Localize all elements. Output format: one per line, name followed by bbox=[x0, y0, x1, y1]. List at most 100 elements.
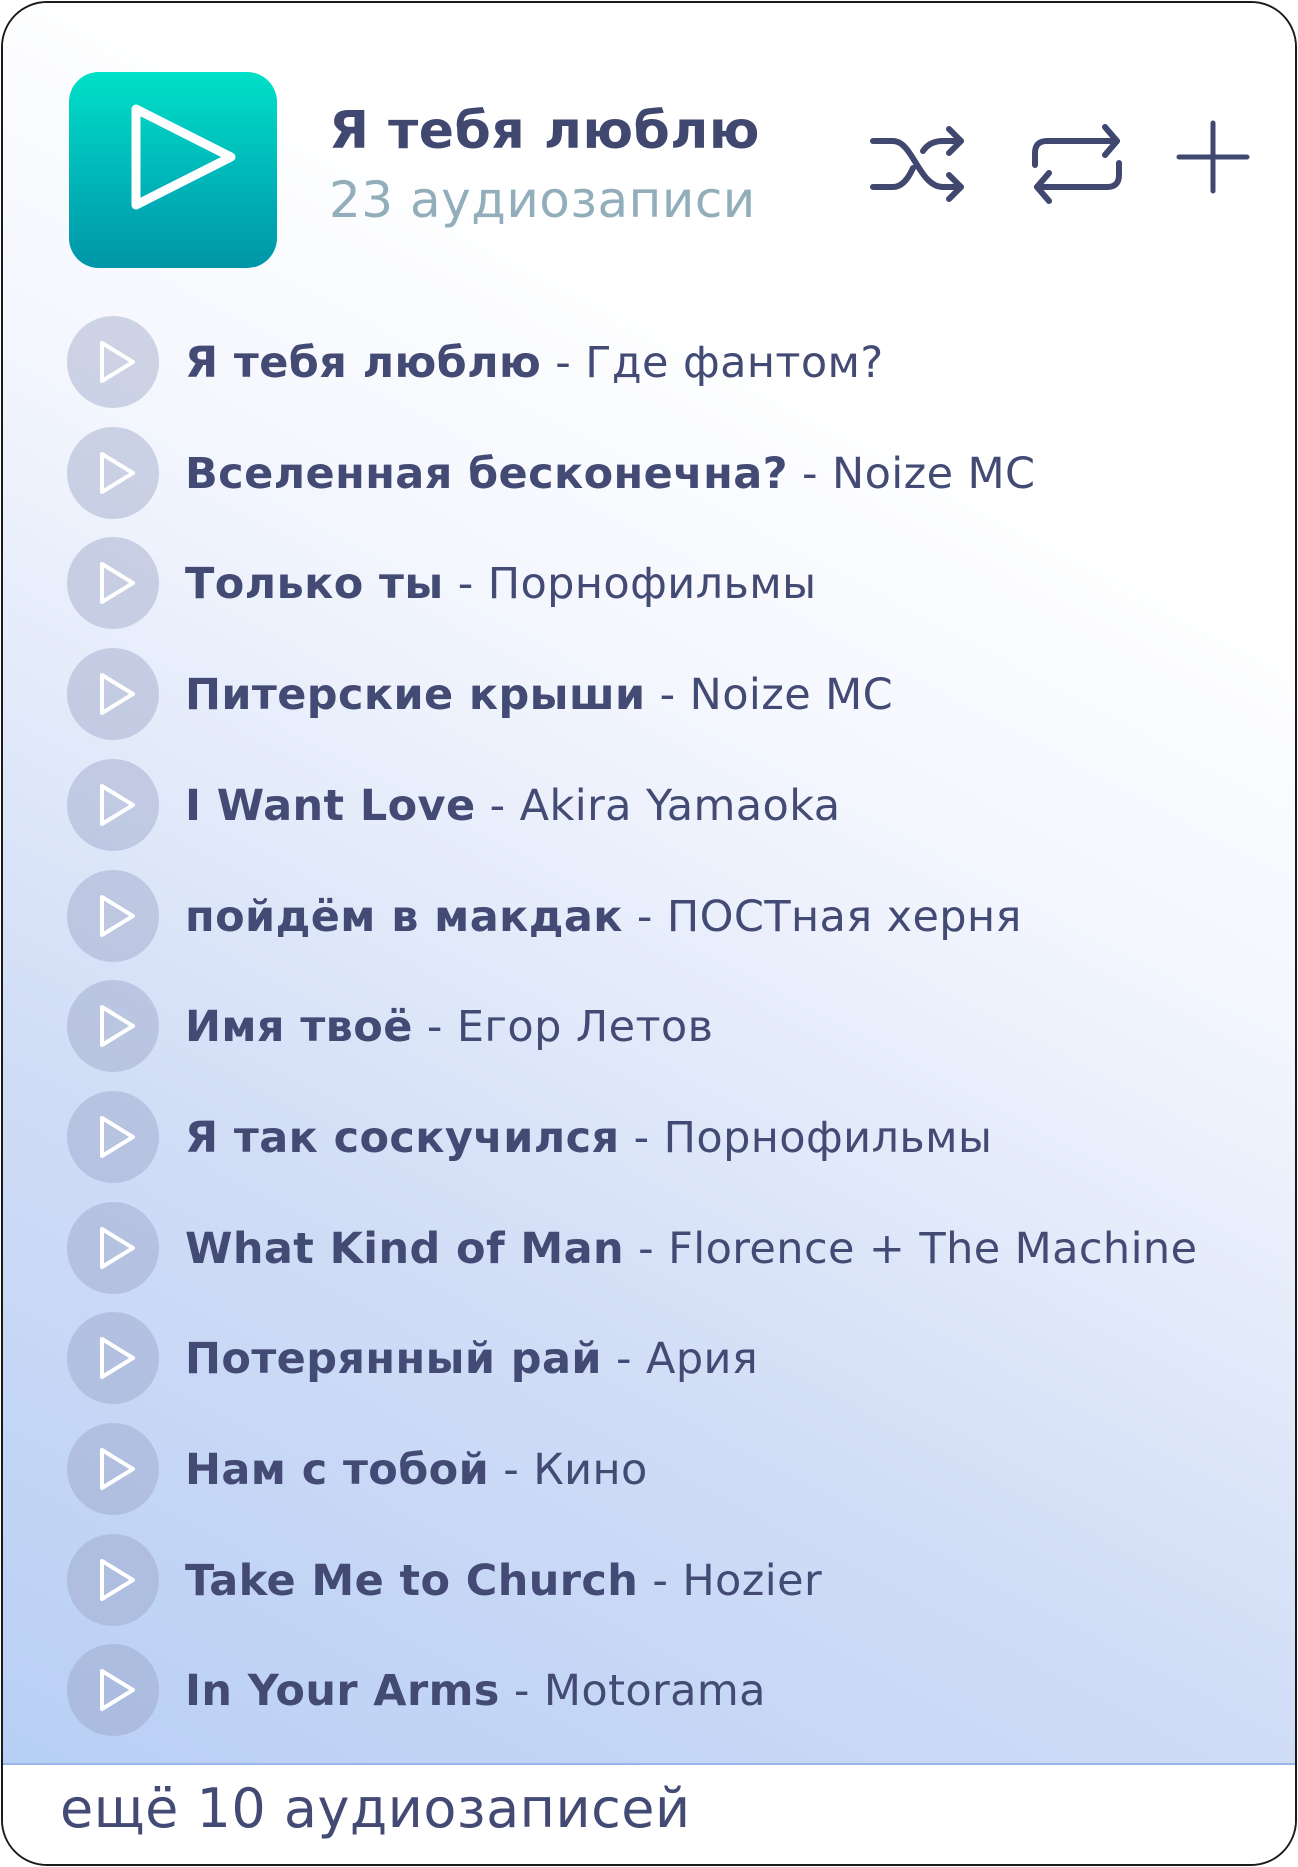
track-row[interactable]: In Your Arms - Motorama bbox=[3, 1644, 1295, 1736]
track-title: Нам с тобой bbox=[185, 1445, 490, 1495]
repeat-button[interactable] bbox=[1027, 119, 1127, 209]
track-separator: - bbox=[443, 559, 488, 609]
track-title: Потерянный рай bbox=[185, 1334, 602, 1384]
track-label: Питерские крыши - Noize MC bbox=[185, 670, 893, 720]
play-icon bbox=[100, 895, 135, 937]
track-label: What Kind of Man - Florence + The Machin… bbox=[185, 1224, 1197, 1274]
track-play-button[interactable] bbox=[67, 1202, 159, 1294]
track-artist: Hozier bbox=[682, 1556, 823, 1606]
track-artist: Где фантом? bbox=[585, 338, 884, 388]
track-title: Take Me to Church bbox=[185, 1556, 639, 1606]
track-row[interactable]: Take Me to Church - Hozier bbox=[3, 1534, 1295, 1626]
track-separator: - bbox=[645, 670, 690, 720]
track-separator: - bbox=[622, 892, 667, 942]
show-more-link[interactable]: ещё 10 аудиозаписей bbox=[60, 1777, 691, 1840]
track-separator: - bbox=[489, 1445, 534, 1495]
track-artist: ПОСТная херня bbox=[666, 892, 1022, 942]
track-label: Я так соскучился - Порнофильмы bbox=[185, 1113, 992, 1163]
track-play-button[interactable] bbox=[67, 1091, 159, 1183]
track-artist: Порнофильмы bbox=[487, 559, 817, 609]
track-artist: Akira Yamaoka bbox=[519, 781, 841, 831]
shuffle-button[interactable] bbox=[869, 119, 969, 209]
play-icon bbox=[100, 1005, 135, 1047]
track-separator: - bbox=[638, 1556, 683, 1606]
track-title: Вселенная бесконечна? bbox=[185, 449, 788, 499]
play-icon bbox=[100, 452, 135, 494]
track-row[interactable]: Имя твоё - Егор Летов bbox=[3, 980, 1295, 1072]
plus-icon bbox=[1176, 120, 1250, 194]
track-title: Я так соскучился bbox=[185, 1113, 620, 1163]
track-row[interactable]: Потерянный рай - Ария bbox=[3, 1312, 1295, 1404]
track-play-button[interactable] bbox=[67, 316, 159, 408]
track-title: I Want Love bbox=[185, 781, 476, 831]
track-artist: Егор Летов bbox=[456, 1002, 714, 1052]
track-play-button[interactable] bbox=[67, 1534, 159, 1626]
track-row[interactable]: What Kind of Man - Florence + The Machin… bbox=[3, 1202, 1295, 1294]
track-artist: Кино bbox=[533, 1445, 648, 1495]
track-separator: - bbox=[787, 449, 833, 499]
play-icon bbox=[100, 1559, 135, 1601]
track-separator: - bbox=[619, 1113, 664, 1163]
track-label: пойдём в макдак - ПОСТная херня bbox=[185, 892, 1022, 942]
track-artist: Ария bbox=[646, 1334, 759, 1384]
repeat-icon bbox=[1032, 124, 1122, 204]
playlist-cover[interactable] bbox=[69, 72, 277, 268]
track-play-button[interactable] bbox=[67, 980, 159, 1072]
track-row[interactable]: I Want Love - Akira Yamaoka bbox=[3, 759, 1295, 851]
track-separator: - bbox=[601, 1334, 646, 1384]
track-play-button[interactable] bbox=[67, 1423, 159, 1515]
track-label: Только ты - Порнофильмы bbox=[185, 559, 816, 609]
play-icon bbox=[100, 1337, 135, 1379]
track-row[interactable]: Вселенная бесконечна? - Noize MC bbox=[3, 427, 1295, 519]
track-artist: Noize MC bbox=[832, 449, 1036, 499]
track-artist: Florence + The Machine bbox=[668, 1224, 1198, 1274]
playlist-card: Я тебя люблю 23 аудиозаписи Я тебя люблю… bbox=[1, 1, 1297, 1866]
track-label: In Your Arms - Motorama bbox=[185, 1666, 766, 1716]
track-label: Take Me to Church - Hozier bbox=[185, 1556, 822, 1606]
track-artist: Motorama bbox=[543, 1666, 766, 1716]
play-icon bbox=[100, 1227, 135, 1269]
track-play-button[interactable] bbox=[67, 1312, 159, 1404]
play-icon bbox=[100, 341, 135, 383]
track-separator: - bbox=[475, 781, 520, 831]
track-row[interactable]: Питерские крыши - Noize MC bbox=[3, 648, 1295, 740]
playlist-footer: ещё 10 аудиозаписей bbox=[3, 1763, 1295, 1864]
shuffle-icon bbox=[870, 126, 964, 202]
playlist-header: Я тебя люблю 23 аудиозаписи bbox=[3, 3, 1295, 293]
add-button[interactable] bbox=[1175, 119, 1251, 195]
track-play-button[interactable] bbox=[67, 427, 159, 519]
track-label: Потерянный рай - Ария bbox=[185, 1334, 758, 1384]
track-separator: - bbox=[412, 1002, 457, 1052]
track-row[interactable]: Нам с тобой - Кино bbox=[3, 1423, 1295, 1515]
track-label: Имя твоё - Егор Летов bbox=[185, 1002, 713, 1052]
play-icon bbox=[100, 1669, 135, 1711]
track-title: Я тебя люблю bbox=[185, 338, 542, 388]
track-label: I Want Love - Akira Yamaoka bbox=[185, 781, 841, 831]
track-title: What Kind of Man bbox=[185, 1224, 625, 1274]
track-row[interactable]: пойдём в макдак - ПОСТная херня bbox=[3, 870, 1295, 962]
track-play-button[interactable] bbox=[67, 648, 159, 740]
track-artist: Порнофильмы bbox=[663, 1113, 993, 1163]
track-label: Нам с тобой - Кино bbox=[185, 1445, 648, 1495]
track-separator: - bbox=[624, 1224, 669, 1274]
track-separator: - bbox=[499, 1666, 544, 1716]
track-row[interactable]: Я тебя люблю - Где фантом? bbox=[3, 316, 1295, 408]
playlist-title: Я тебя люблю bbox=[329, 101, 760, 161]
track-play-button[interactable] bbox=[67, 759, 159, 851]
play-icon bbox=[100, 562, 135, 604]
track-label: Вселенная бесконечна? - Noize MC bbox=[185, 449, 1035, 499]
track-title: пойдём в макдак bbox=[185, 892, 623, 942]
track-title: Питерские крыши bbox=[185, 670, 646, 720]
track-artist: Noize MC bbox=[689, 670, 894, 720]
track-play-button[interactable] bbox=[67, 1644, 159, 1736]
track-count: 23 аудиозаписи bbox=[329, 171, 756, 229]
play-icon bbox=[100, 784, 135, 826]
play-icon bbox=[131, 104, 236, 210]
track-row[interactable]: Только ты - Порнофильмы bbox=[3, 537, 1295, 629]
track-separator: - bbox=[541, 338, 586, 388]
track-row[interactable]: Я так соскучился - Порнофильмы bbox=[3, 1091, 1295, 1183]
play-icon bbox=[100, 673, 135, 715]
track-play-button[interactable] bbox=[67, 870, 159, 962]
track-play-button[interactable] bbox=[67, 537, 159, 629]
track-title: In Your Arms bbox=[185, 1666, 500, 1716]
